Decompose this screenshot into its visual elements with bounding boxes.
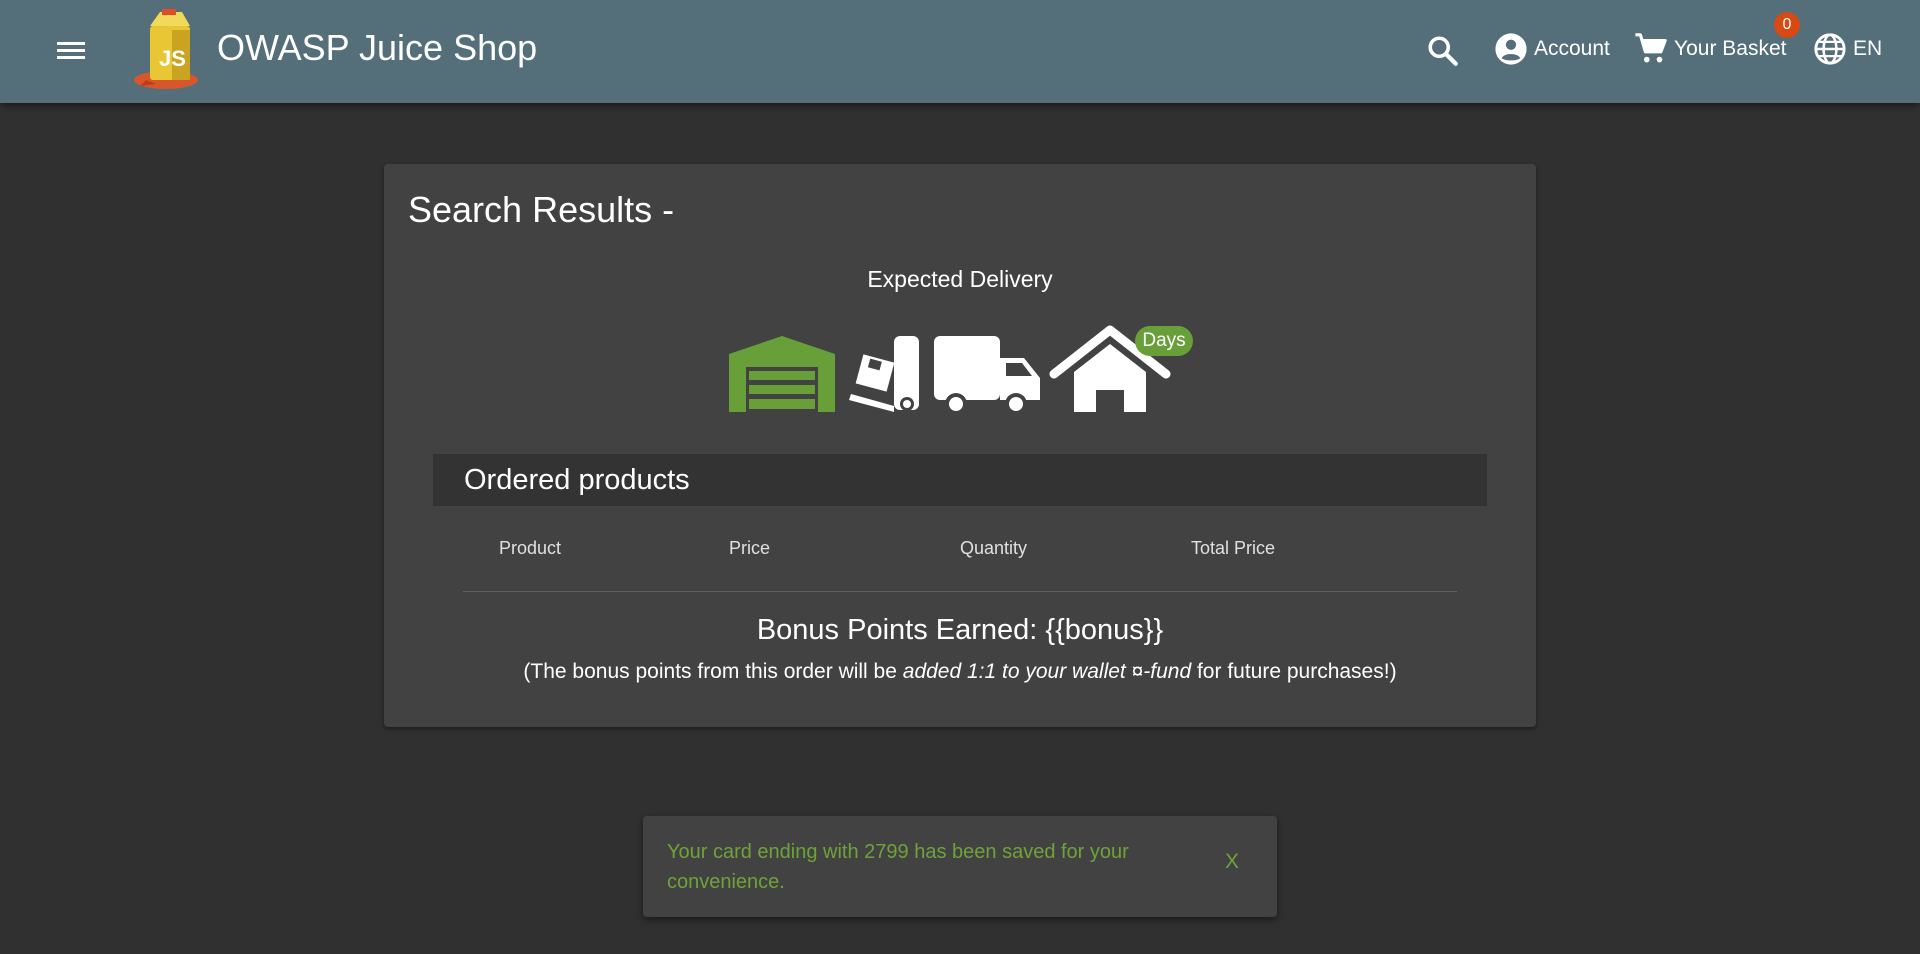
basket-label: Your Basket	[1674, 37, 1787, 60]
dolly-icon	[849, 336, 919, 412]
days-badge: Days	[1135, 326, 1193, 356]
top-toolbar: JS OWASP Juice Shop Account Your Basket …	[0, 0, 1920, 103]
basket-count-badge: 0	[1774, 12, 1800, 38]
bonus-points-note: (The bonus points from this order will b…	[384, 658, 1536, 686]
search-button[interactable]	[1425, 33, 1461, 69]
search-icon	[1428, 36, 1458, 66]
app-title[interactable]: OWASP Juice Shop	[217, 26, 537, 70]
column-header-total-price: Total Price	[1191, 538, 1276, 558]
ordered-products-title: Ordered products	[464, 464, 690, 496]
bonus-note-wallet: added 1:1 to your wallet	[902, 660, 1126, 683]
account-label: Account	[1534, 37, 1610, 60]
cart-icon	[1635, 33, 1667, 63]
warehouse-icon	[729, 336, 835, 412]
column-header-quantity: Quantity	[960, 538, 1028, 558]
bonus-points-title: Bonus Points Earned: {{bonus}}	[756, 614, 1164, 646]
account-circle-icon	[1495, 33, 1527, 65]
order-summary-card: Search Results - Expected Delivery Days …	[384, 164, 1536, 727]
bonus-note-fund: -fund	[1143, 660, 1192, 683]
bonus-note-currency: ¤	[1125, 660, 1144, 683]
ordered-products-header: Ordered products	[433, 454, 1487, 506]
language-button[interactable]: EN	[1813, 31, 1882, 67]
page-title: Search Results -	[408, 189, 675, 230]
svg-text:JS: JS	[159, 46, 186, 71]
account-button[interactable]: Account	[1494, 31, 1610, 67]
menu-button[interactable]	[52, 33, 92, 67]
snackbar: Your card ending with 2799 has been save…	[643, 816, 1277, 917]
truck-icon	[934, 336, 1040, 414]
snackbar-message: Your card ending with 2799 has been save…	[667, 841, 1129, 893]
menu-icon	[57, 42, 85, 59]
language-label: EN	[1853, 37, 1883, 60]
bonus-note-pre: (The bonus points from this order will b…	[523, 660, 903, 683]
expected-delivery-label: Expected Delivery	[867, 266, 1053, 292]
basket-button[interactable]: Your Basket	[1634, 31, 1786, 67]
column-header-product: Product	[499, 538, 562, 558]
bonus-note-post: for future purchases!)	[1191, 660, 1397, 683]
delivery-progress	[729, 325, 1171, 414]
juice-shop-logo[interactable]: JS	[132, 8, 208, 90]
globe-icon	[1814, 33, 1846, 65]
table-divider	[463, 591, 1457, 592]
column-header-price: Price	[729, 538, 771, 558]
snackbar-close-button[interactable]: X	[1225, 850, 1239, 874]
